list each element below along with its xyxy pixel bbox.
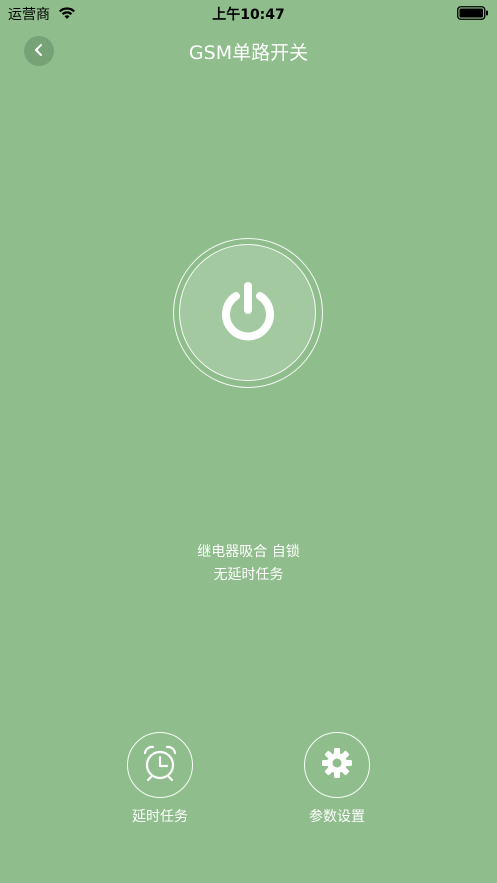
relay-status-text: 继电器吸合 自锁	[197, 544, 300, 560]
delay-task-button[interactable]: 延时任务	[105, 732, 215, 826]
status-time: 上午10:47	[212, 7, 285, 23]
battery-icon	[457, 5, 489, 20]
power-button[interactable]	[173, 238, 323, 388]
page-title: GSM单路开关	[188, 42, 309, 64]
delay-task-circle	[127, 732, 193, 798]
power-button-inner	[179, 244, 316, 381]
settings-circle	[304, 732, 370, 798]
gear-icon	[321, 747, 353, 783]
alarm-clock-icon	[140, 743, 180, 787]
delay-task-label: 延时任务	[132, 809, 188, 825]
status-bar: 运营商 上午10:47	[0, 0, 497, 26]
delay-status-text: 无延时任务	[213, 567, 284, 583]
settings-button[interactable]: 参数设置	[282, 732, 392, 826]
power-icon	[217, 280, 279, 346]
settings-label: 参数设置	[309, 809, 365, 825]
